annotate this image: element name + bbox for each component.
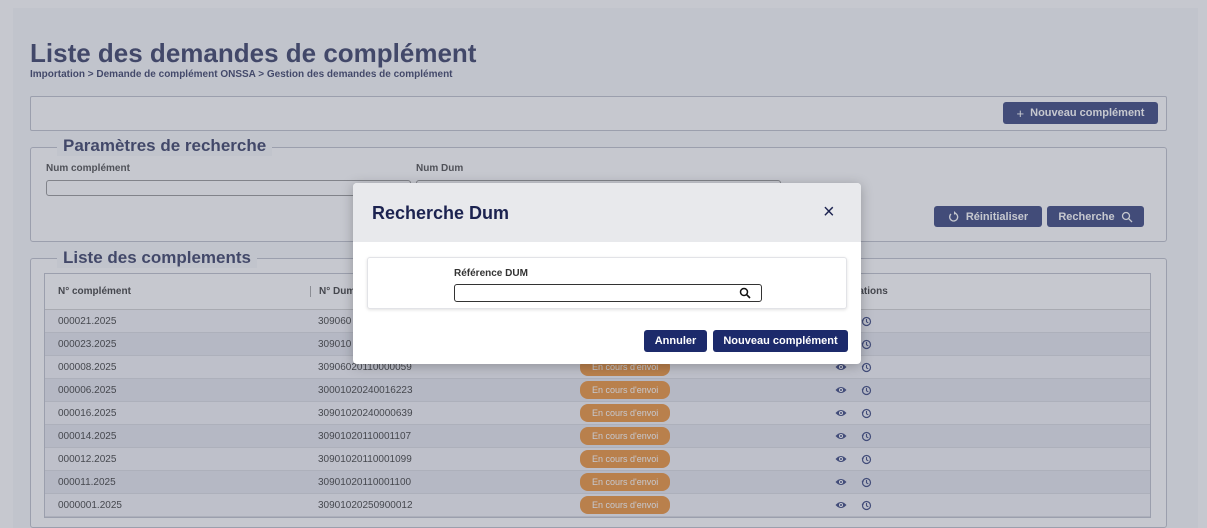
page: Liste des demandes de complément Importa…: [0, 0, 1207, 528]
recherche-dum-modal: Recherche Dum × Référence DUM Annuler No…: [353, 183, 861, 364]
close-icon[interactable]: ×: [823, 201, 835, 224]
cancel-button[interactable]: Annuler: [644, 330, 707, 352]
modal-new-complement-button[interactable]: Nouveau complément: [713, 330, 848, 352]
modal-search-card: Référence DUM: [367, 257, 847, 309]
reference-dum-label: Référence DUM: [454, 268, 528, 279]
modal-title: Recherche Dum: [372, 203, 510, 223]
reference-dum-input[interactable]: [454, 284, 762, 302]
search-icon[interactable]: [739, 287, 751, 299]
